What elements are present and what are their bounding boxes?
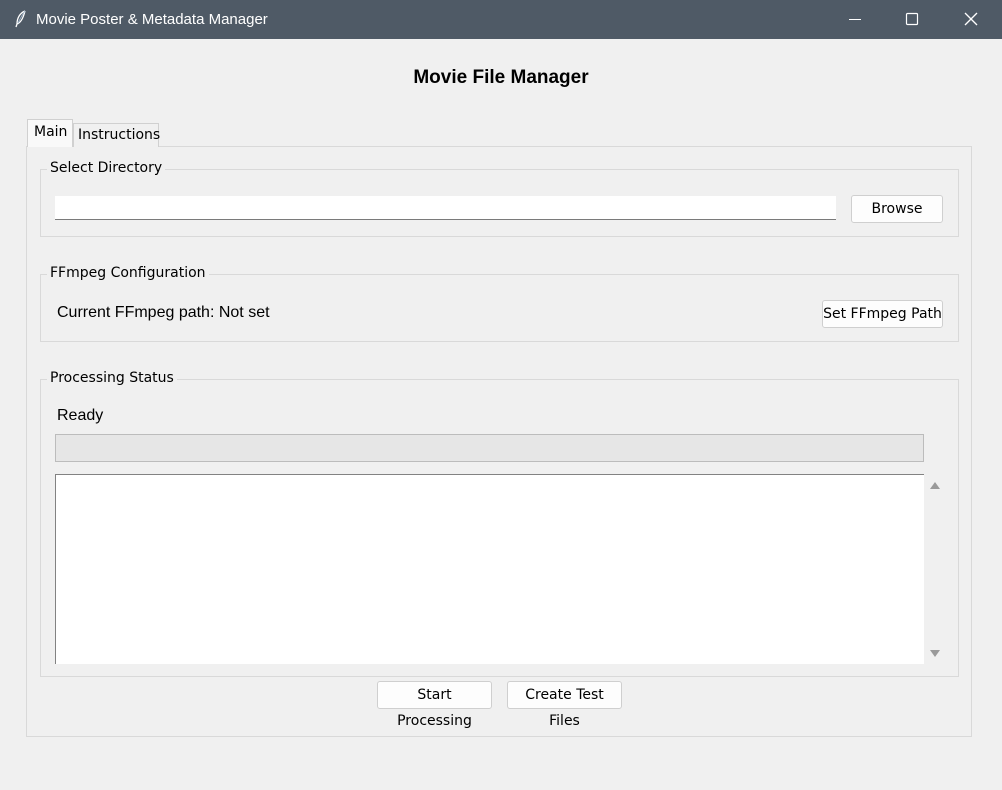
create-test-files-button[interactable]: Create Test Files (507, 681, 622, 729)
ffmpeg-path-text: Current FFmpeg path: Not set (57, 304, 270, 321)
scroll-up-icon[interactable] (930, 482, 940, 489)
scroll-down-icon[interactable] (930, 650, 940, 657)
app-heading: Movie File Manager (413, 67, 589, 88)
browse-button[interactable]: Browse (851, 195, 943, 223)
feather-icon (14, 10, 28, 28)
minimize-button[interactable] (826, 0, 884, 39)
log-scrollbar[interactable] (925, 474, 945, 664)
progress-bar (55, 434, 924, 462)
set-ffmpeg-path-button[interactable]: Set FFmpeg Path (822, 300, 943, 328)
minimize-icon (849, 19, 861, 20)
ffmpeg-config-label: FFmpeg Configuration (47, 265, 209, 281)
processing-status-label: Processing Status (47, 370, 177, 386)
close-icon (964, 12, 978, 26)
window-title: Movie Poster & Metadata Manager (36, 11, 268, 28)
directory-input[interactable] (55, 196, 836, 220)
tab-instructions[interactable]: Instructions (73, 123, 160, 147)
maximize-icon (905, 12, 919, 26)
select-directory-label: Select Directory (47, 160, 166, 176)
status-text: Ready (57, 407, 104, 424)
tab-main[interactable]: Main (27, 119, 73, 147)
maximize-button[interactable] (883, 0, 941, 39)
start-processing-button[interactable]: Start Processing (377, 681, 492, 729)
title-bar: Movie Poster & Metadata Manager (0, 0, 1002, 39)
close-button[interactable] (942, 0, 1000, 39)
log-text-area[interactable] (55, 474, 924, 664)
